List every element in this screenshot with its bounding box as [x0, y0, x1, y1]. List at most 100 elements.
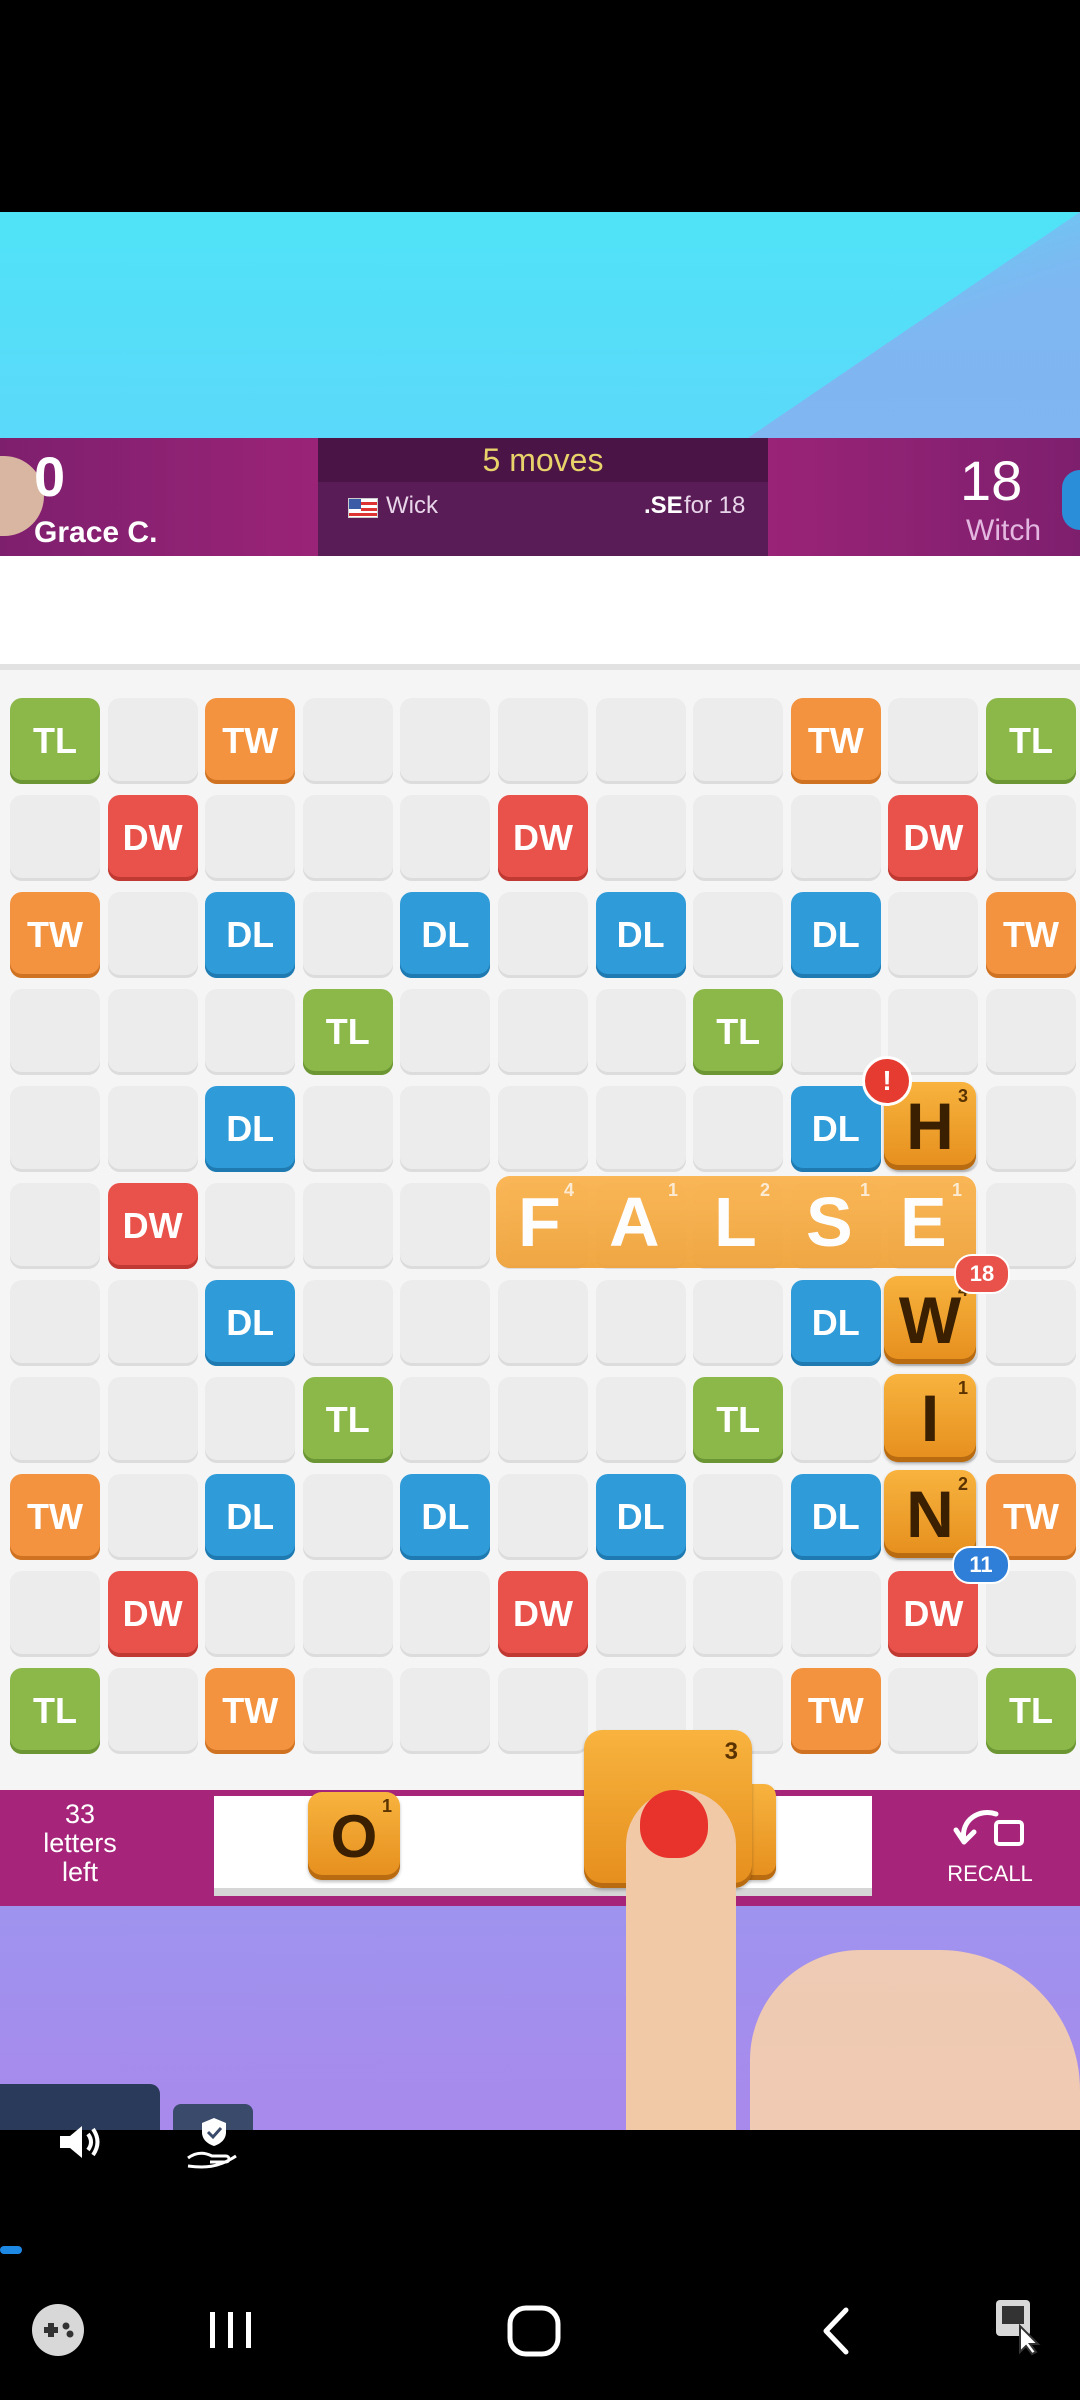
bonus-cell-tl[interactable]: TL: [986, 1668, 1076, 1754]
board-cell[interactable]: [10, 1086, 100, 1172]
board-cell[interactable]: [595, 1280, 686, 1366]
bonus-cell-dw[interactable]: DW: [888, 795, 979, 881]
board-cell[interactable]: [107, 1280, 198, 1366]
speaker-icon[interactable]: [56, 2122, 104, 2167]
board-cell[interactable]: [595, 795, 686, 881]
rack-tile-o[interactable]: O 1: [308, 1792, 400, 1880]
board-cell[interactable]: [205, 989, 296, 1075]
board-cell[interactable]: [595, 1086, 686, 1172]
board-cell[interactable]: [302, 892, 393, 978]
board-cell[interactable]: [888, 892, 979, 978]
board-cell[interactable]: [595, 698, 686, 784]
bonus-cell-tl[interactable]: TL: [302, 1377, 393, 1463]
bonus-cell-dl[interactable]: DL: [205, 892, 296, 978]
bonus-cell-dw[interactable]: DW: [888, 1571, 979, 1657]
board-cell[interactable]: [790, 1377, 881, 1463]
board-cell[interactable]: [986, 1377, 1076, 1463]
board-cell[interactable]: [693, 1280, 784, 1366]
board-cell[interactable]: [595, 989, 686, 1075]
bonus-cell-tl[interactable]: TL: [693, 1377, 784, 1463]
board-cell[interactable]: [986, 1086, 1076, 1172]
board-cell[interactable]: [107, 1474, 198, 1560]
board-cell[interactable]: [302, 1571, 393, 1657]
back-icon[interactable]: [818, 2306, 854, 2361]
bonus-cell-dw[interactable]: DW: [107, 1183, 198, 1269]
board-cell[interactable]: [400, 1668, 491, 1754]
board-cell[interactable]: [888, 698, 979, 784]
board-cell[interactable]: [10, 795, 100, 881]
board-cell[interactable]: [205, 795, 296, 881]
game-controller-icon[interactable]: [30, 2302, 86, 2363]
board-cell[interactable]: [498, 1377, 588, 1463]
board-cell[interactable]: [498, 1086, 588, 1172]
board-cell[interactable]: [693, 1086, 784, 1172]
board-cell[interactable]: [400, 698, 491, 784]
board-cell[interactable]: [205, 1183, 296, 1269]
board-cell[interactable]: [302, 1183, 393, 1269]
board-cell[interactable]: [400, 1377, 491, 1463]
tile-n[interactable]: N 2: [884, 1470, 976, 1558]
screen-record-icon[interactable]: [990, 2296, 1050, 2361]
bonus-cell-dl[interactable]: DL: [205, 1280, 296, 1366]
board-cell[interactable]: [498, 1280, 588, 1366]
board-cell[interactable]: [888, 1668, 979, 1754]
board-cell[interactable]: [986, 795, 1076, 881]
board-cell[interactable]: [400, 989, 491, 1075]
recents-icon[interactable]: [206, 2308, 256, 2357]
board-cell[interactable]: [986, 989, 1076, 1075]
alert-badge[interactable]: !: [862, 1056, 912, 1106]
board-cell[interactable]: [790, 989, 881, 1075]
board-cell[interactable]: [498, 1474, 588, 1560]
bonus-cell-dw[interactable]: DW: [107, 795, 198, 881]
bonus-cell-dw[interactable]: DW: [498, 795, 588, 881]
board-cell[interactable]: [10, 1377, 100, 1463]
board-cell[interactable]: [693, 892, 784, 978]
board-cell[interactable]: [986, 1280, 1076, 1366]
board-cell[interactable]: [498, 1668, 588, 1754]
bonus-cell-tl[interactable]: TL: [302, 989, 393, 1075]
board-cell[interactable]: [107, 1668, 198, 1754]
board-cell[interactable]: [693, 698, 784, 784]
board-cell[interactable]: [10, 1571, 100, 1657]
bonus-cell-dl[interactable]: DL: [790, 1086, 881, 1172]
bonus-cell-dl[interactable]: DL: [400, 1474, 491, 1560]
board-cell[interactable]: [790, 795, 881, 881]
bonus-cell-dl[interactable]: DL: [790, 892, 881, 978]
bonus-cell-dl[interactable]: DL: [205, 1086, 296, 1172]
bonus-cell-tl[interactable]: TL: [693, 989, 784, 1075]
bonus-cell-dl[interactable]: DL: [790, 1280, 881, 1366]
board-cell[interactable]: [107, 892, 198, 978]
board-cell[interactable]: [302, 698, 393, 784]
board-cell[interactable]: [302, 1280, 393, 1366]
right-player-avatar[interactable]: [1062, 470, 1080, 530]
tile-i[interactable]: I 1: [884, 1374, 976, 1462]
bonus-cell-tl[interactable]: TL: [986, 698, 1076, 784]
board-cell[interactable]: [595, 1377, 686, 1463]
board-cell[interactable]: [10, 989, 100, 1075]
bonus-cell-tl[interactable]: TL: [10, 1668, 100, 1754]
bonus-cell-dl[interactable]: DL: [205, 1474, 296, 1560]
accessibility-hand-icon[interactable]: [184, 2114, 244, 2175]
board-cell[interactable]: [10, 1280, 100, 1366]
board-cell[interactable]: [693, 1571, 784, 1657]
bonus-cell-dl[interactable]: DL: [400, 892, 491, 978]
bonus-cell-tw[interactable]: TW: [10, 892, 100, 978]
board-cell[interactable]: [400, 1571, 491, 1657]
board-cell[interactable]: [107, 989, 198, 1075]
home-icon[interactable]: [506, 2304, 562, 2363]
bonus-cell-dw[interactable]: DW: [107, 1571, 198, 1657]
board-cell[interactable]: [302, 795, 393, 881]
board-cell[interactable]: [107, 698, 198, 784]
board-cell[interactable]: [302, 1474, 393, 1560]
bonus-cell-dl[interactable]: DL: [595, 1474, 686, 1560]
recall-button[interactable]: RECALL: [905, 1800, 1075, 1887]
board-cell[interactable]: [986, 1571, 1076, 1657]
board-cell[interactable]: [205, 1571, 296, 1657]
board-cell[interactable]: [693, 795, 784, 881]
board-cell[interactable]: [595, 1571, 686, 1657]
board-cell[interactable]: [10, 1183, 100, 1269]
board-cell[interactable]: [107, 1377, 198, 1463]
bonus-cell-dl[interactable]: DL: [595, 892, 686, 978]
bonus-cell-dw[interactable]: DW: [498, 1571, 588, 1657]
bonus-cell-tl[interactable]: TL: [10, 698, 100, 784]
